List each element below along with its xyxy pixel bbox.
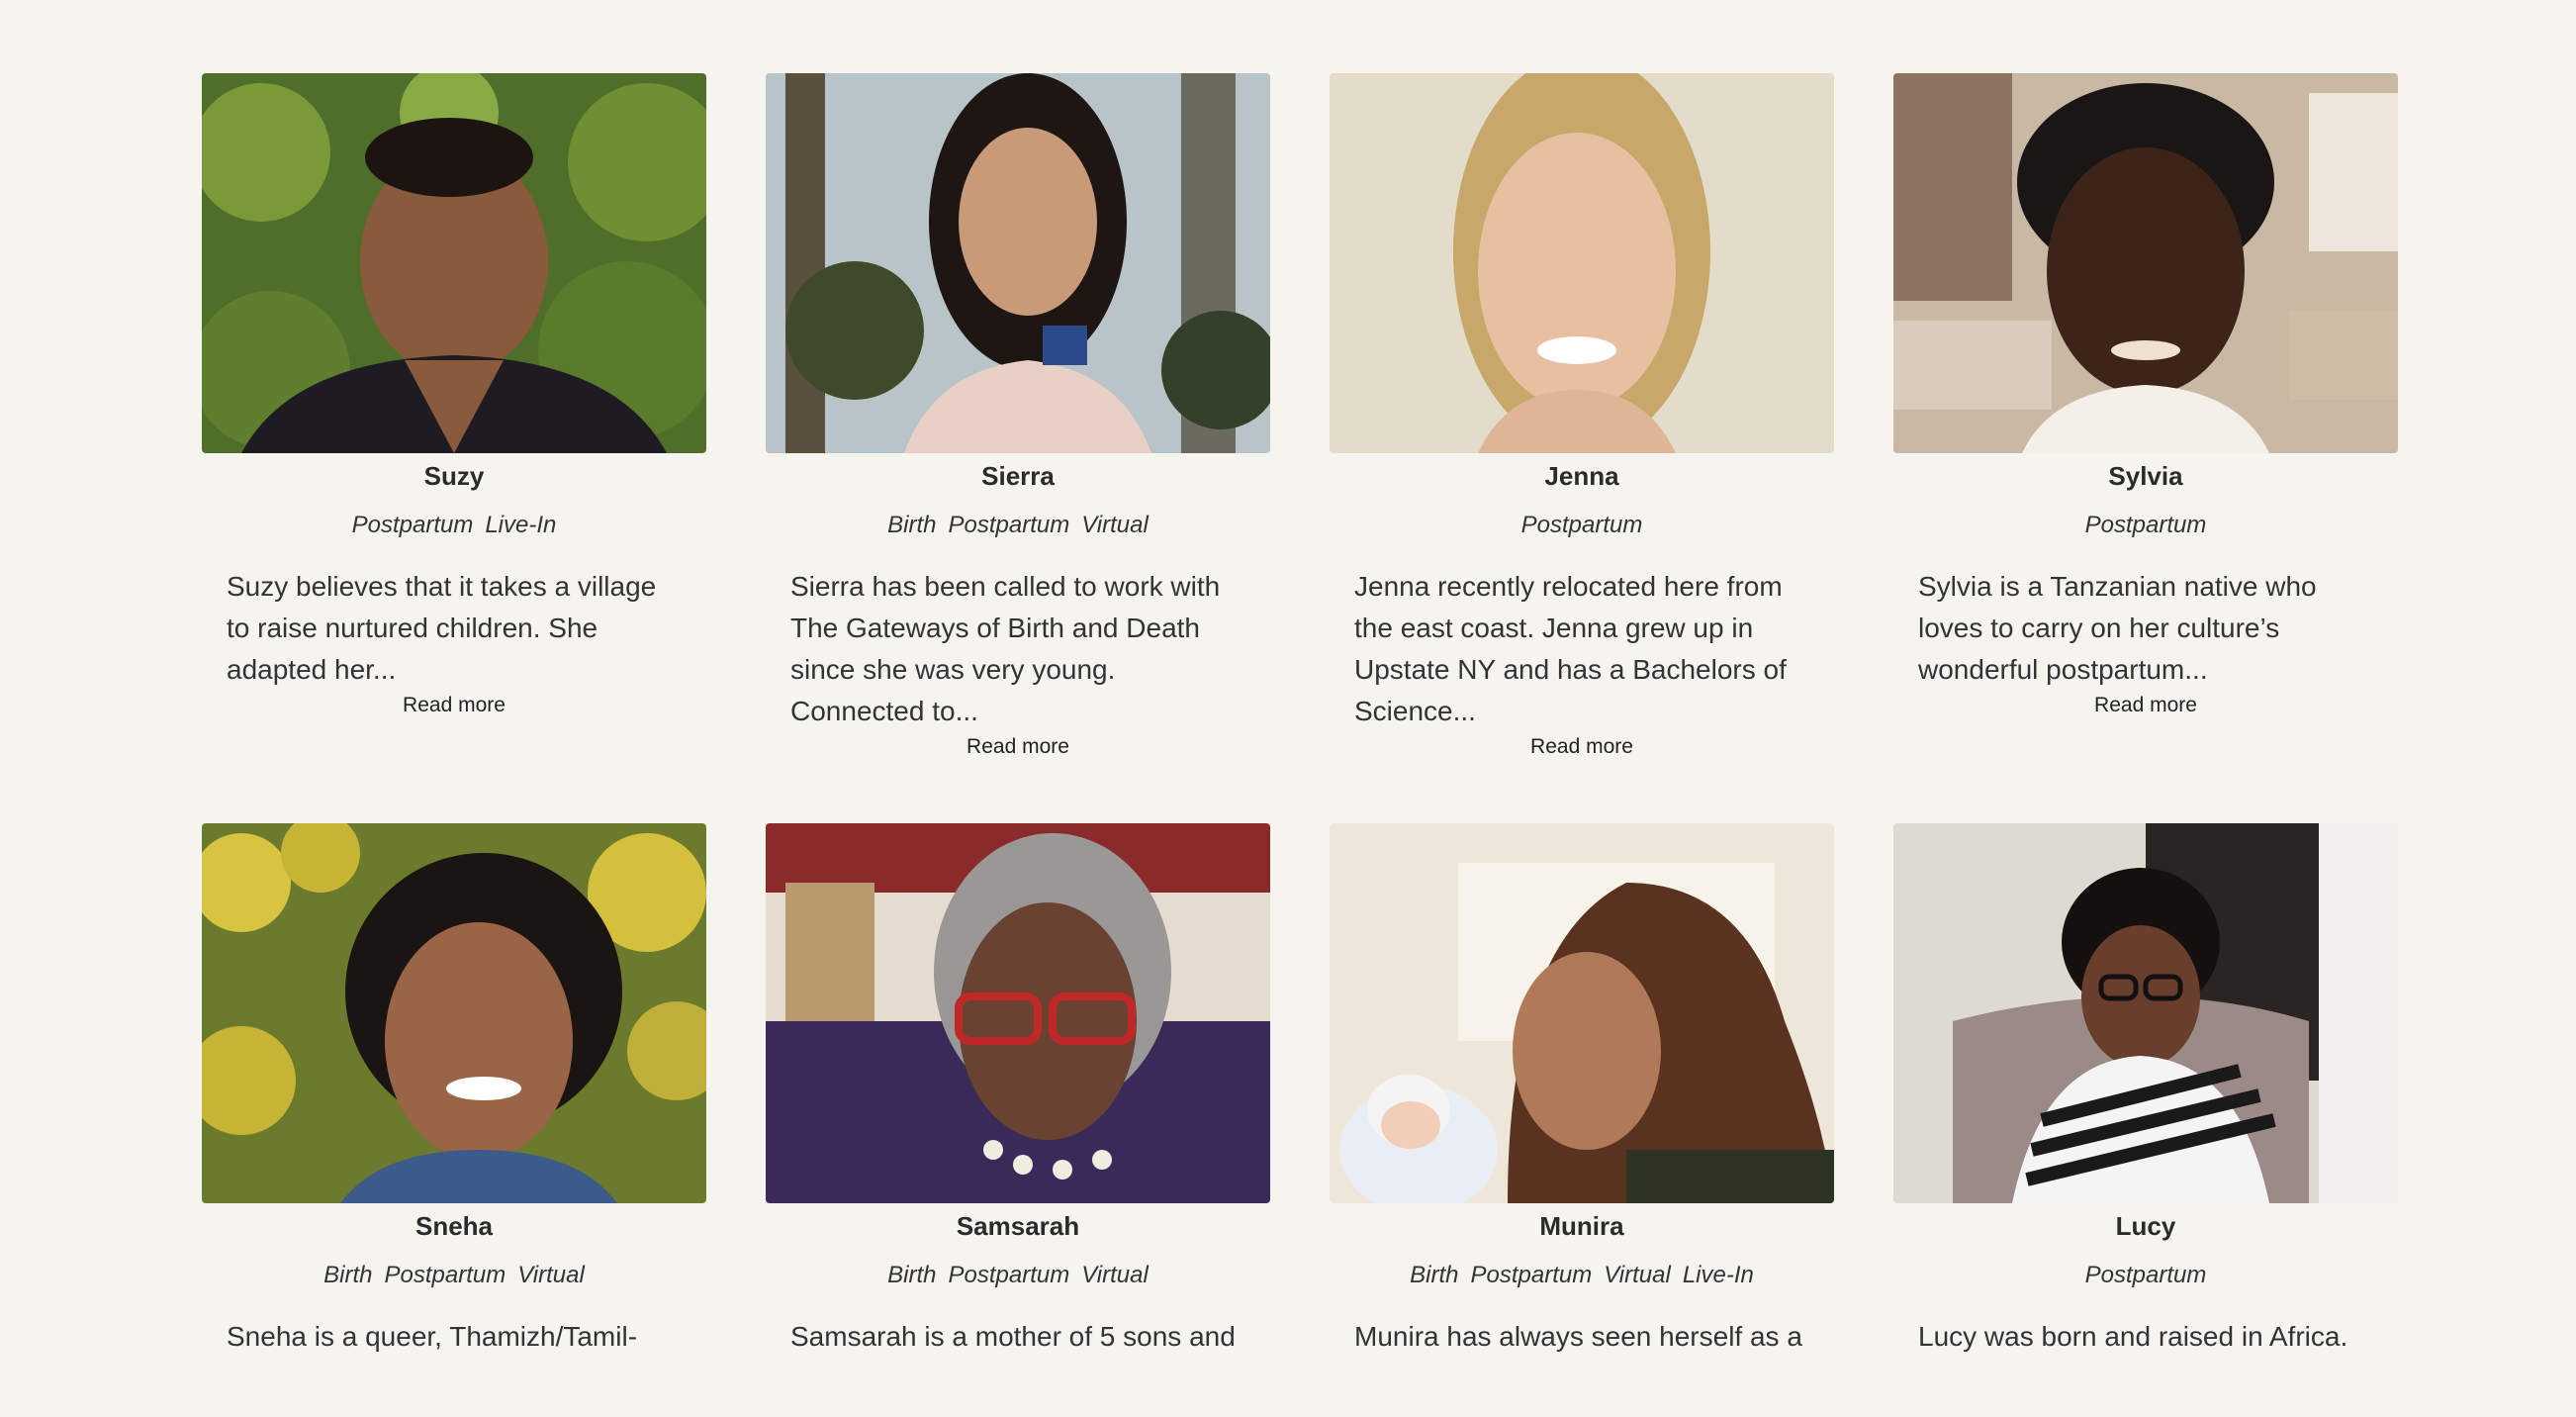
service-tags: Birth Postpartum Virtual: [202, 1261, 706, 1290]
service-tag: Birth: [1410, 1262, 1459, 1288]
caregiver-photo[interactable]: [766, 73, 1270, 453]
service-tag: Birth: [323, 1262, 373, 1288]
caregiver-photo[interactable]: [1893, 823, 2398, 1203]
service-tags: Postpartum Live-In: [202, 511, 706, 540]
caregiver-name: Suzy: [423, 461, 485, 491]
caregiver-card[interactable]: Sierra Birth Postpartum Virtual Sierra has…: [766, 73, 1270, 823]
caregiver-bio: Samsarah is a mother of 5 sons and: [790, 1321, 1236, 1352]
read-more-link[interactable]: Read more: [1330, 734, 1834, 760]
caregiver-card[interactable]: Samsarah Birth Postpartum Virtual Samsarah…: [766, 823, 1270, 1417]
read-more-link[interactable]: Read more: [1893, 693, 2398, 718]
service-tag: Virtual: [1081, 1262, 1149, 1288]
service-tags: Postpartum: [1893, 511, 2398, 540]
service-tag: Postpartum: [948, 512, 1070, 538]
service-tag: Postpartum: [1470, 1262, 1593, 1288]
service-tag: Birth: [887, 1262, 937, 1288]
caregiver-name: Lucy: [2115, 1211, 2176, 1241]
service-tag: Virtual: [1604, 1262, 1671, 1288]
service-tag: Virtual: [1081, 512, 1149, 538]
caregiver-photo[interactable]: [766, 823, 1270, 1203]
caregiver-card[interactable]: Sneha Birth Postpartum Virtual Sneha is a …: [202, 823, 706, 1417]
service-tag: Virtual: [517, 1262, 585, 1288]
caregiver-photo[interactable]: [202, 823, 706, 1203]
service-tag: Postpartum: [1520, 512, 1643, 538]
service-tag: Postpartum: [2084, 512, 2207, 538]
caregiver-name: Munira: [1539, 1211, 1624, 1241]
caregiver-card[interactable]: Lucy Postpartum Lucy was born and raised…: [1893, 823, 2398, 1417]
service-tags: Birth Postpartum Virtual Live-In: [1330, 1261, 1834, 1290]
caregiver-photo[interactable]: [202, 73, 706, 453]
service-tags: Postpartum: [1893, 1261, 2398, 1290]
service-tag: Postpartum: [2084, 1262, 2207, 1288]
caregiver-photo[interactable]: [1330, 823, 1834, 1203]
caregiver-name: Sylvia: [2108, 461, 2183, 491]
caregiver-bio: Sylvia is a Tanzanian native who loves t…: [1918, 571, 2317, 685]
caregiver-card[interactable]: Suzy Postpartum Live-In Suzy believes tha…: [202, 73, 706, 823]
caregiver-card[interactable]: Jenna Postpartum Jenna recently relocate…: [1330, 73, 1834, 823]
service-tag: Postpartum: [351, 512, 474, 538]
caregiver-name: Sierra: [981, 461, 1055, 491]
caregiver-card[interactable]: Sylvia Postpartum Sylvia is a Tanzanian …: [1893, 73, 2398, 823]
read-more-link[interactable]: Read more: [202, 693, 706, 718]
service-tags: Postpartum: [1330, 511, 1834, 540]
caregiver-grid: Suzy Postpartum Live-In Suzy believes tha…: [202, 73, 2398, 1417]
caregiver-bio: Lucy was born and raised in Africa.: [1918, 1321, 2348, 1352]
service-tags: Birth Postpartum Virtual: [766, 1261, 1270, 1290]
service-tag: Live-In: [1682, 1262, 1754, 1288]
caregiver-card[interactable]: Munira Birth Postpartum Virtual Live-In Mun…: [1330, 823, 1834, 1417]
read-more-link[interactable]: Read more: [766, 734, 1270, 760]
caregiver-bio: Sierra has been called to work with The …: [790, 571, 1221, 726]
caregiver-bio: Munira has always seen herself as a: [1354, 1321, 1802, 1352]
caregiver-bio: Jenna recently relocated here from the e…: [1354, 571, 1787, 726]
service-tags: Birth Postpartum Virtual: [766, 511, 1270, 540]
caregiver-photo[interactable]: [1893, 73, 2398, 453]
service-tag: Birth: [887, 512, 937, 538]
caregiver-photo[interactable]: [1330, 73, 1834, 453]
service-tag: Postpartum: [948, 1262, 1070, 1288]
service-tag: Postpartum: [384, 1262, 506, 1288]
caregiver-bio: Suzy believes that it takes a village to…: [227, 571, 657, 685]
caregiver-name: Jenna: [1544, 461, 1619, 491]
caregiver-name: Samsarah: [956, 1211, 1080, 1241]
caregiver-bio: Sneha is a queer, Thamizh/Tamil-: [227, 1321, 638, 1352]
service-tag: Live-In: [485, 512, 557, 538]
caregiver-name: Sneha: [414, 1211, 494, 1241]
